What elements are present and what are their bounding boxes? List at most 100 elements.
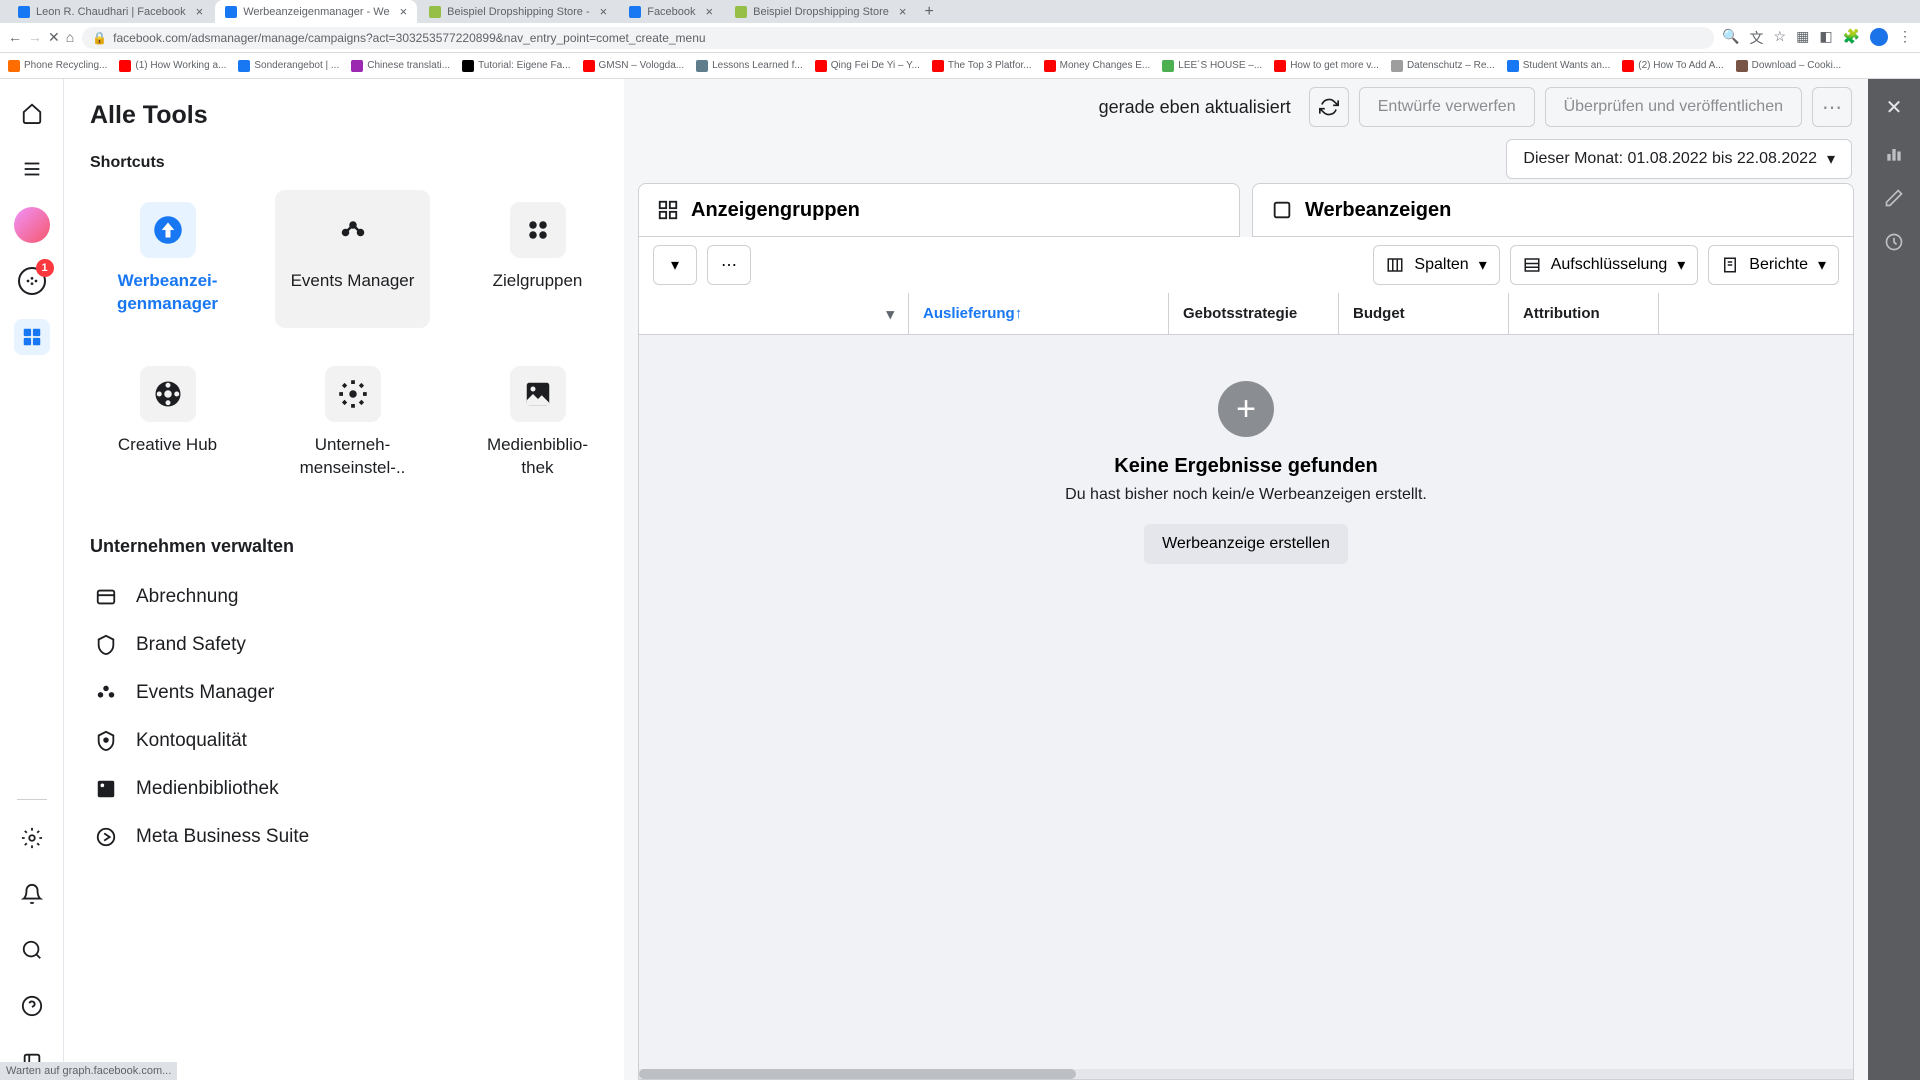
table-column-header[interactable]: Attribution (1509, 293, 1659, 334)
shortcut-item[interactable]: Creative Hub (90, 354, 245, 492)
empty-title: Keine Ergebnisse gefunden (1114, 455, 1377, 478)
clock-icon[interactable] (1884, 232, 1904, 252)
chart-icon[interactable] (1884, 144, 1904, 164)
home-icon[interactable] (14, 95, 50, 131)
management-item[interactable]: Meta Business Suite (90, 813, 624, 861)
table-column-header[interactable]: Budget (1339, 293, 1509, 334)
status-text: Warten auf graph.facebook.com... (6, 1065, 171, 1077)
settings-icon[interactable] (14, 820, 50, 856)
reports-button[interactable]: Berichte ▾ (1708, 245, 1839, 285)
management-item[interactable]: Medienbibliothek (90, 765, 624, 813)
ads-manager-icon[interactable] (14, 319, 50, 355)
dropdown-button[interactable]: ▾ (653, 245, 697, 285)
bookmark-item[interactable]: The Top 3 Platfor... (932, 60, 1032, 72)
discard-drafts-button[interactable]: Entwürfe verwerfen (1359, 87, 1535, 127)
shortcut-label: Creative Hub (118, 434, 217, 457)
breakdown-label: Aufschlüsselung (1551, 256, 1668, 274)
more-actions-button[interactable]: ⋯ (707, 245, 751, 285)
close-icon[interactable]: ✕ (1886, 95, 1903, 120)
close-tab-icon[interactable]: × (400, 4, 408, 19)
empty-subtitle: Du hast bisher noch kein/e Werbeanzeigen… (1065, 486, 1427, 504)
translate-icon[interactable]: 文 (1750, 28, 1764, 48)
tab-ad-sets[interactable]: Anzeigengruppen (638, 183, 1240, 237)
bookmark-item[interactable]: Lessons Learned f... (696, 60, 803, 72)
tab-ads[interactable]: Werbeanzeigen (1252, 183, 1854, 237)
bookmark-item[interactable]: Student Wants an... (1507, 60, 1610, 72)
avatar[interactable] (14, 207, 50, 243)
horizontal-scrollbar[interactable] (639, 1069, 1853, 1079)
ext2-icon[interactable]: ◧ (1819, 28, 1832, 48)
columns-button[interactable]: Spalten ▾ (1373, 245, 1499, 285)
close-tab-icon[interactable]: × (196, 4, 204, 19)
bookmark-item[interactable]: Download – Cooki... (1736, 60, 1842, 72)
chevron-down-icon: ▾ (1677, 255, 1685, 275)
reload-icon[interactable]: ✕ (48, 29, 60, 46)
new-tab-button[interactable]: + (916, 3, 941, 21)
create-ad-button[interactable]: Werbeanzeige erstellen (1144, 524, 1348, 564)
zoom-icon[interactable]: 🔍 (1722, 28, 1739, 48)
close-tab-icon[interactable]: × (706, 4, 714, 19)
menu-icon[interactable]: ⋮ (1898, 28, 1912, 48)
shortcut-item[interactable]: Zielgruppen (460, 190, 615, 328)
bookmark-item[interactable]: Datenschutz – Re... (1391, 60, 1495, 72)
home-icon[interactable]: ⌂ (66, 29, 74, 46)
mgmt-label: Events Manager (136, 682, 274, 704)
bookmark-item[interactable]: Tutorial: Eigene Fa... (462, 60, 570, 72)
bookmark-item[interactable]: (2) How To Add A... (1622, 60, 1723, 72)
bookmark-item[interactable]: Money Changes E... (1044, 60, 1151, 72)
bookmark-item[interactable]: GMSN – Vologda... (583, 60, 685, 72)
table-column-header[interactable]: Gebotsstrategie (1169, 293, 1339, 334)
management-item[interactable]: Abrechnung (90, 573, 624, 621)
close-tab-icon[interactable]: × (899, 4, 907, 19)
forward-icon[interactable]: → (28, 29, 42, 46)
bookmark-item[interactable]: How to get more v... (1274, 60, 1379, 72)
panel-title: Alle Tools (90, 101, 624, 130)
table-column-header[interactable]: ▾ (639, 293, 909, 334)
shortcut-item[interactable]: Unterneh-menseinstel-.. (275, 354, 430, 492)
management-item[interactable]: Kontoqualität (90, 717, 624, 765)
bookmark-item[interactable]: LEE´S HOUSE –... (1162, 60, 1262, 72)
search-icon[interactable] (14, 932, 50, 968)
account-switcher[interactable]: 1 (14, 263, 50, 299)
bookmark-item[interactable]: (1) How Working a... (119, 60, 226, 72)
menu-icon[interactable] (14, 151, 50, 187)
browser-tab[interactable]: Facebook× (619, 0, 723, 23)
shortcut-item[interactable]: Events Manager (275, 190, 430, 328)
management-item[interactable]: Events Manager (90, 669, 624, 717)
browser-tab[interactable]: Werbeanzeigenmanager - We× (215, 0, 417, 23)
sort-asc-icon: ↑ (1015, 305, 1023, 322)
edit-icon[interactable] (1884, 188, 1904, 208)
review-publish-button[interactable]: Überprüfen und veröffentlichen (1545, 87, 1802, 127)
bell-icon[interactable] (14, 876, 50, 912)
profile-icon[interactable] (1870, 28, 1888, 46)
back-icon[interactable]: ← (8, 29, 22, 46)
browser-tab[interactable]: Beispiel Dropshipping Store -× (419, 0, 617, 23)
star-icon[interactable]: ☆ (1774, 28, 1787, 48)
breakdown-icon (1523, 256, 1541, 274)
bookmark-item[interactable]: Qing Fei De Yi – Y... (815, 60, 920, 72)
ext1-icon[interactable]: ▦ (1796, 28, 1809, 48)
date-range-button[interactable]: Dieser Monat: 01.08.2022 bis 22.08.2022 … (1506, 139, 1852, 179)
table-header: ▾Auslieferung ↑GebotsstrategieBudgetAttr… (639, 293, 1853, 335)
table-column-header[interactable]: Auslieferung ↑ (909, 293, 1169, 334)
close-tab-icon[interactable]: × (600, 4, 608, 19)
mgmt-icon (94, 681, 118, 705)
more-button[interactable]: ⋯ (1812, 87, 1852, 127)
shortcut-item[interactable]: Medienbiblio-thek (460, 354, 615, 492)
bookmark-item[interactable]: Chinese translati... (351, 60, 450, 72)
extensions-icon[interactable]: 🧩 (1843, 28, 1860, 48)
bookmark-item[interactable]: Sonderangebot | ... (238, 60, 339, 72)
main-content: gerade eben aktualisiert Entwürfe verwer… (624, 79, 1868, 1080)
management-item[interactable]: Brand Safety (90, 621, 624, 669)
url-bar[interactable]: 🔒 facebook.com/adsmanager/manage/campaig… (82, 27, 1714, 49)
bookmark-item[interactable]: Phone Recycling... (8, 60, 107, 72)
status-bar: Warten auf graph.facebook.com... (0, 1062, 177, 1080)
breakdown-button[interactable]: Aufschlüsselung ▾ (1510, 245, 1699, 285)
shortcut-item[interactable]: Werbeanzei-genmanager (90, 190, 245, 328)
shortcut-label: Medienbiblio-thek (487, 434, 588, 480)
browser-tab[interactable]: Beispiel Dropshipping Store× (725, 0, 916, 23)
refresh-button[interactable] (1309, 87, 1349, 127)
help-icon[interactable] (14, 988, 50, 1024)
mgmt-icon (94, 777, 118, 801)
browser-tab[interactable]: Leon R. Chaudhari | Facebook× (8, 0, 213, 23)
